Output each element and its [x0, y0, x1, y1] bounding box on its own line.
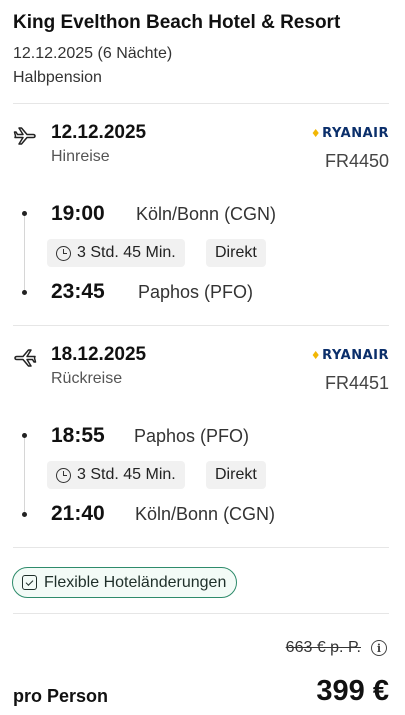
harp-icon: ♦	[310, 349, 322, 362]
duration-chip: 3 Std. 45 Min.	[47, 239, 185, 267]
divider	[13, 547, 389, 548]
arrival-airport: Köln/Bonn (CGN)	[135, 504, 276, 524]
arrival-dot	[22, 290, 27, 295]
divider	[13, 325, 389, 326]
divider	[13, 103, 389, 104]
old-price: 663 € p. P.	[285, 639, 361, 656]
flight-date: 12.12.2025	[51, 122, 147, 143]
airline-logo: ♦RYANAIR	[310, 126, 389, 141]
flight-direction: Rückreise	[51, 370, 123, 387]
timeline-line	[24, 214, 25, 290]
per-person-label: pro Person	[13, 686, 109, 706]
plane-arrival-icon	[14, 349, 37, 367]
divider	[13, 613, 389, 614]
departure-dot	[22, 433, 27, 438]
airline-logo: ♦RYANAIR	[310, 348, 389, 363]
flight-number: FR4451	[324, 373, 389, 393]
return-flight: 18.12.2025 Rückreise ♦RYANAIR FR4451 18:…	[0, 344, 405, 536]
outbound-flight: 12.12.2025 Hinreise ♦RYANAIR FR4450 19:0…	[0, 122, 405, 314]
arrival-airport: Paphos (PFO)	[138, 282, 254, 302]
departure-time: 19:00	[51, 202, 105, 225]
calendar-check-icon	[22, 575, 37, 590]
price: 399 €	[316, 675, 389, 707]
stops-chip: Direkt	[206, 239, 266, 267]
flexible-hotel-changes-badge[interactable]: Flexible Hoteländerungen	[12, 567, 238, 598]
departure-airport: Köln/Bonn (CGN)	[136, 204, 277, 224]
info-icon[interactable]: i	[371, 640, 387, 656]
hotel-board: Halbpension	[13, 69, 102, 86]
hotel-dates: 12.12.2025 (6 Nächte)	[13, 45, 173, 62]
flight-direction: Hinreise	[51, 148, 110, 165]
flight-number: FR4450	[324, 151, 389, 171]
arrival-time: 21:40	[51, 502, 105, 525]
clock-icon	[56, 467, 71, 483]
timeline-line	[24, 436, 25, 512]
departure-dot	[22, 211, 27, 216]
departure-airport: Paphos (PFO)	[134, 426, 250, 446]
stops-chip: Direkt	[206, 461, 266, 489]
clock-icon	[56, 245, 71, 261]
departure-time: 18:55	[51, 424, 105, 447]
plane-departure-icon	[13, 127, 36, 145]
arrival-time: 23:45	[51, 280, 105, 303]
arrival-dot	[22, 512, 27, 517]
duration-chip: 3 Std. 45 Min.	[47, 461, 185, 489]
flexible-label: Flexible Hoteländerungen	[44, 573, 227, 591]
harp-icon: ♦	[310, 127, 322, 140]
hotel-title: King Evelthon Beach Hotel & Resort	[13, 12, 341, 33]
flight-date: 18.12.2025	[51, 344, 147, 365]
